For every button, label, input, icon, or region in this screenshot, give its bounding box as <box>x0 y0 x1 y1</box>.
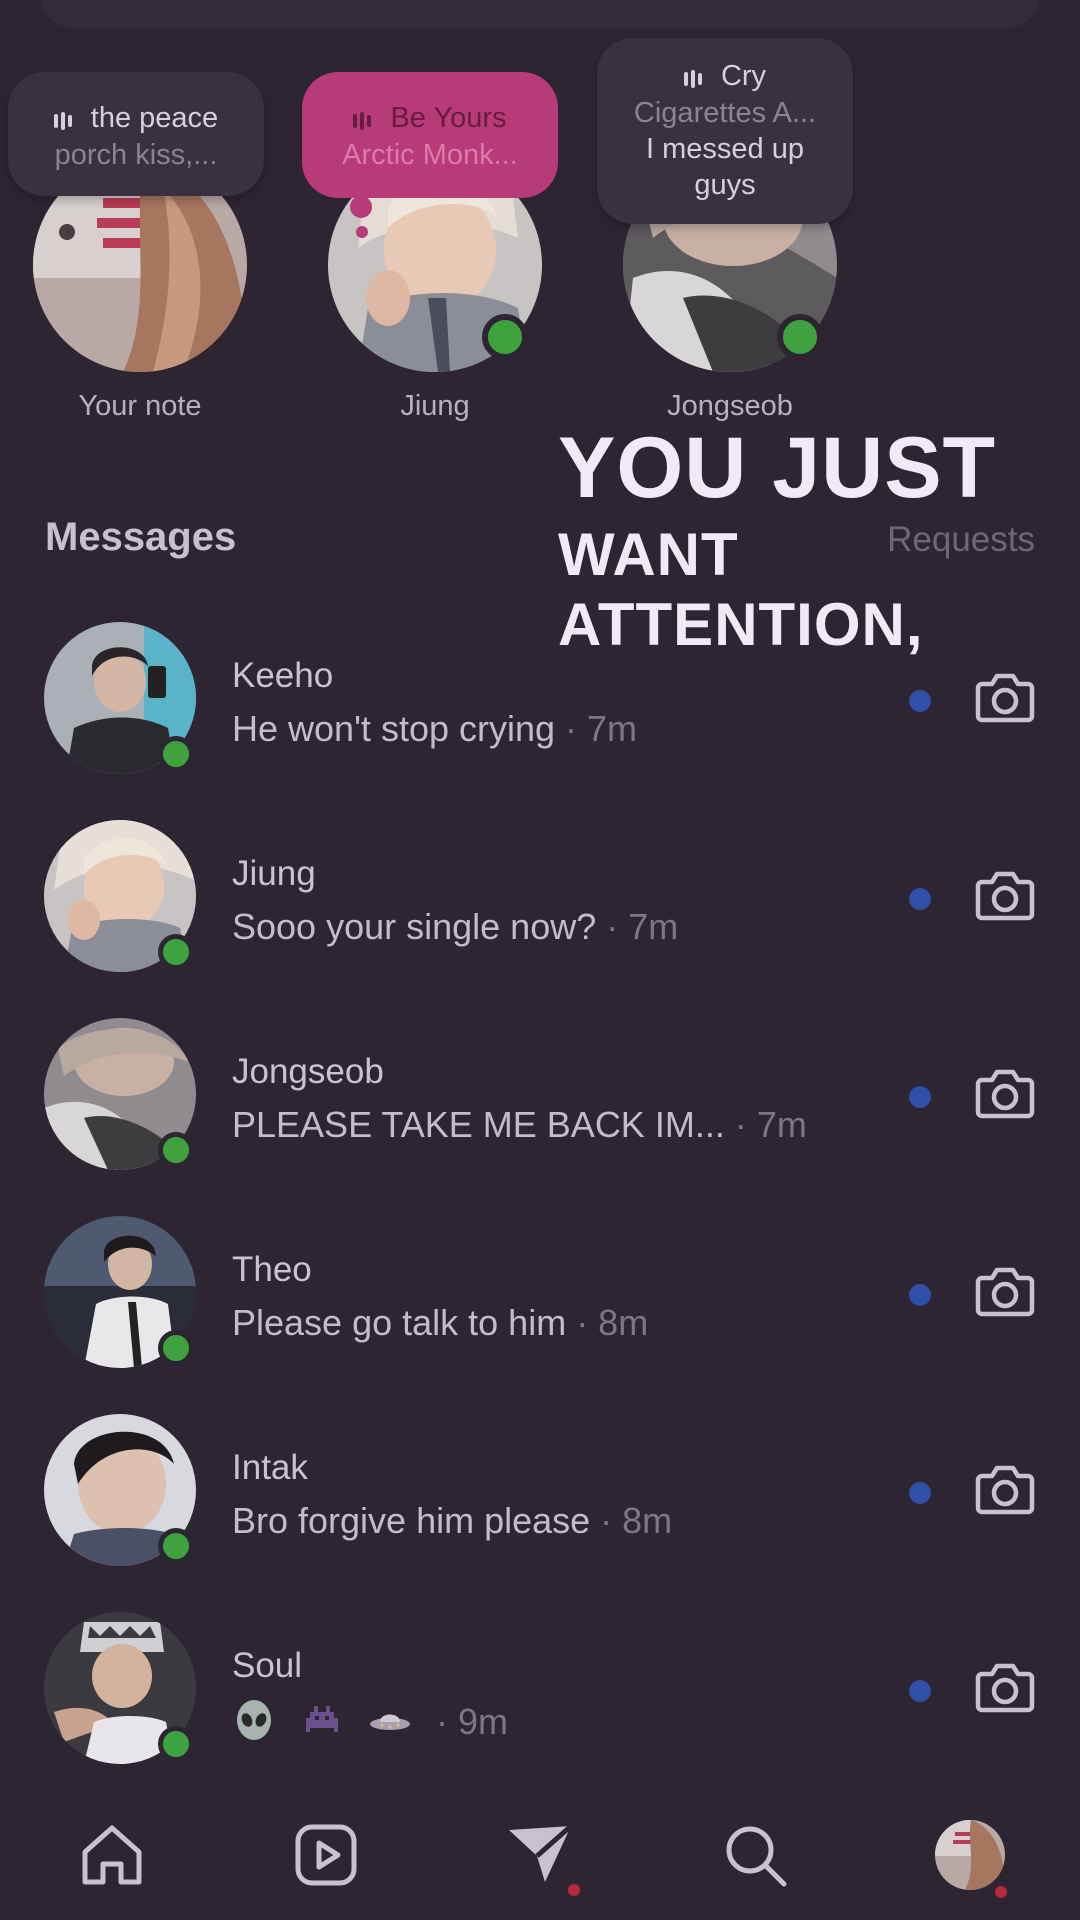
note-track: Cry <box>720 60 767 92</box>
note-caption: I messed up <box>646 133 804 166</box>
note-bubble-tail-small <box>356 226 368 238</box>
conversation-name: Soul <box>232 1646 303 1685</box>
unread-indicator <box>909 690 931 712</box>
conversation-row[interactable]: Soul · 9m <box>0 1612 1080 1810</box>
conversation-preview: Bro forgive him please · 8m <box>232 1500 672 1542</box>
camera-icon[interactable] <box>974 864 1036 926</box>
unread-indicator <box>909 1284 931 1306</box>
online-indicator <box>158 934 194 970</box>
online-indicator <box>158 1330 194 1366</box>
conversation-preview: · 9m <box>232 1698 508 1751</box>
note-artist: porch kiss,... <box>54 139 218 172</box>
reels-icon[interactable] <box>291 1820 361 1890</box>
message-time: · 8m <box>566 1302 649 1343</box>
overlay-line: WANT <box>558 521 739 588</box>
music-bars-icon <box>683 59 705 95</box>
camera-icon[interactable] <box>974 1656 1036 1718</box>
message-text: PLEASE TAKE ME BACK IM... <box>232 1104 725 1145</box>
conversation-row[interactable]: Intak Bro forgive him please · 8m <box>0 1414 1080 1612</box>
message-time: · 9m <box>426 1701 509 1743</box>
conversation-name: Jongseob <box>232 1052 384 1091</box>
online-indicator <box>158 1528 194 1564</box>
note-bubble[interactable]: Be Yours Arctic Monk... <box>302 72 558 198</box>
conversation-preview: Sooo your single now? · 7m <box>232 906 678 948</box>
camera-icon[interactable] <box>974 1458 1036 1520</box>
direct-icon[interactable] <box>505 1820 575 1890</box>
notification-dot <box>568 1884 580 1896</box>
note-track: the peace <box>90 102 219 134</box>
conversation-row[interactable]: Keeho He won't stop crying · 7m <box>0 622 1080 820</box>
note-artist: Cigarettes A... <box>633 97 817 130</box>
conversation-name: Jiung <box>232 854 316 893</box>
messages-title: Messages <box>45 515 237 559</box>
conversation-row[interactable]: Theo Please go talk to him · 8m <box>0 1216 1080 1414</box>
unread-indicator <box>909 1482 931 1504</box>
message-time: · 8m <box>590 1500 673 1541</box>
overlay-line: YOU JUST <box>558 420 997 516</box>
online-indicator <box>158 1132 194 1168</box>
conversation-name: Keeho <box>232 656 334 695</box>
note-artist: Arctic Monk... <box>342 139 518 172</box>
conversation-row[interactable]: Jongseob PLEASE TAKE ME BACK IM... · 7m <box>0 1018 1080 1216</box>
message-text: Sooo your single now? <box>232 906 597 947</box>
note-bubble[interactable]: Cry Cigarettes A... I messed up guys <box>597 38 853 224</box>
alien-emoji <box>232 1698 276 1751</box>
camera-icon[interactable] <box>974 1062 1036 1124</box>
note-bubble[interactable]: the peace porch kiss,... <box>8 72 264 196</box>
notification-dot <box>995 1886 1007 1898</box>
note-label: Jiung <box>400 390 470 422</box>
camera-icon[interactable] <box>974 666 1036 728</box>
home-icon[interactable] <box>77 1820 147 1890</box>
online-indicator <box>158 736 194 772</box>
message-text: Bro forgive him please <box>232 1500 591 1541</box>
note-bubble-tail <box>350 196 372 218</box>
online-indicator <box>777 314 823 360</box>
message-time: · 7m <box>596 906 679 947</box>
message-text: Please go talk to him <box>232 1302 567 1343</box>
note-label: Your note <box>78 390 202 422</box>
ufo-emoji <box>368 1698 412 1751</box>
bottom-nav <box>0 1790 1080 1920</box>
note-label: Jongseob <box>667 390 793 422</box>
profile-avatar[interactable] <box>935 1820 1005 1890</box>
music-bars-icon <box>53 101 75 137</box>
conversation-preview: Please go talk to him · 8m <box>232 1302 648 1344</box>
conversation-preview: He won't stop crying · 7m <box>232 708 637 750</box>
unread-indicator <box>909 1086 931 1108</box>
conversation-row[interactable]: Jiung Sooo your single now? · 7m <box>0 820 1080 1018</box>
message-text: He won't stop crying <box>232 708 556 749</box>
search-bar[interactable] <box>40 0 1040 28</box>
note-caption: guys <box>694 169 756 202</box>
online-indicator <box>482 314 528 360</box>
alien-monster-emoji <box>300 1698 344 1751</box>
note-track: Be Yours <box>390 102 507 134</box>
camera-icon[interactable] <box>974 1260 1036 1322</box>
message-time: · 7m <box>555 708 638 749</box>
conversation-name: Theo <box>232 1250 312 1289</box>
music-bars-icon <box>353 101 374 137</box>
conversation-preview: PLEASE TAKE ME BACK IM... · 7m <box>232 1104 807 1146</box>
search-icon[interactable] <box>720 1820 790 1890</box>
online-indicator <box>158 1726 194 1762</box>
unread-indicator <box>909 888 931 910</box>
conversation-name: Intak <box>232 1448 308 1487</box>
unread-indicator <box>909 1680 931 1702</box>
message-time: · 7m <box>724 1104 807 1145</box>
